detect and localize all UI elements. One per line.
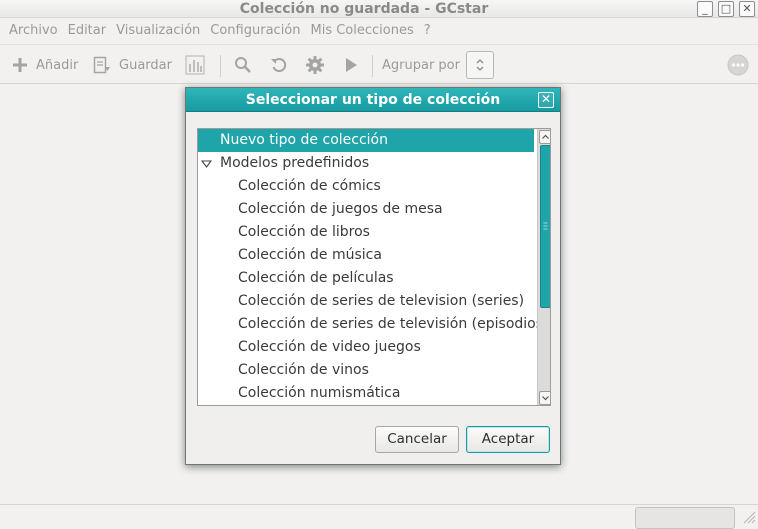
close-window-button[interactable]: ✕ — [739, 1, 755, 17]
list-item[interactable]: Colección de películas — [198, 267, 534, 290]
collection-type-dialog: Seleccionar un tipo de colección ✕ Nuevo… — [185, 87, 561, 465]
list-group-predefined[interactable]: Modelos predefinidos — [198, 152, 534, 175]
save-button[interactable]: Guardar — [93, 45, 172, 85]
dialog-titlebar: Seleccionar un tipo de colección ✕ — [186, 88, 560, 112]
list-item-label: Nuevo tipo de colección — [220, 132, 388, 148]
list-item-label: Colección de vinos — [238, 362, 369, 378]
list-item-label: Colección de libros — [238, 224, 370, 240]
statistics-button[interactable] — [185, 45, 205, 85]
group-by-combo[interactable] — [466, 51, 494, 79]
menu-bar: Archivo Editar Visualización Configuraci… — [0, 19, 758, 43]
menu-editar[interactable]: Editar — [63, 19, 112, 43]
cancel-button[interactable]: Cancelar — [375, 426, 459, 453]
list-item[interactable]: Colección de vinos — [198, 359, 534, 382]
plus-icon — [13, 58, 27, 72]
group-by-label: Agrupar por — [382, 57, 460, 73]
menu-visualizacion[interactable]: Visualización — [111, 19, 205, 43]
list-item[interactable]: Colección de series de televisión (episo… — [198, 313, 549, 336]
list-item-label: Colección de series de television (serie… — [238, 293, 525, 309]
chevron-up-icon — [542, 134, 549, 139]
list-item[interactable]: Colección de juegos de mesa — [198, 198, 534, 221]
chevron-updown-icon — [476, 59, 484, 71]
list-item[interactable]: Colección de música — [198, 244, 534, 267]
scrollbar-thumb[interactable] — [540, 145, 550, 308]
list-item-label: Colección de películas — [238, 270, 394, 286]
scroll-up-button[interactable] — [539, 130, 550, 144]
gear-icon — [306, 56, 324, 74]
menu-archivo[interactable]: Archivo — [4, 19, 63, 43]
menu-mis-colecciones[interactable]: Mis Colecciones — [306, 19, 419, 43]
window-title: Colección no guardada - GCstar — [239, 1, 489, 17]
resize-grip-icon[interactable] — [738, 506, 756, 524]
progress-bar — [635, 507, 735, 529]
list-item-label: Colección de juegos de mesa — [238, 201, 443, 217]
expander-down-icon[interactable] — [201, 160, 212, 168]
add-button-label: Añadir — [36, 57, 79, 73]
save-button-label: Guardar — [119, 57, 172, 73]
grip-lines-icon — [543, 222, 548, 230]
refresh-icon — [271, 58, 287, 73]
list-item-label: Colección de música — [238, 247, 382, 263]
list-item-label: Colección de cómics — [238, 178, 381, 194]
menu-configuracion[interactable]: Configuración — [205, 19, 305, 43]
play-button[interactable] — [344, 45, 358, 85]
list-item[interactable]: Colección de cómics — [198, 175, 534, 198]
list-item[interactable]: Colección de video juegos — [198, 336, 534, 359]
maximize-button[interactable]: □ — [718, 1, 734, 17]
list-item[interactable]: Colección numismática — [198, 382, 534, 405]
search-button[interactable] — [234, 45, 252, 85]
search-icon — [235, 57, 251, 73]
play-icon — [346, 58, 357, 72]
list-scrollbar[interactable] — [537, 129, 550, 405]
more-button[interactable] — [727, 45, 749, 85]
chevron-down-icon — [542, 396, 549, 401]
more-icon — [727, 54, 749, 76]
minimize-button[interactable]: _ — [697, 1, 713, 17]
window-titlebar: Colección no guardada - GCstar _ □ ✕ — [0, 0, 758, 18]
toolbar-separator — [220, 55, 221, 77]
list-item-label: Colección de video juegos — [238, 339, 421, 355]
add-button[interactable]: Añadir — [12, 45, 78, 85]
accept-button[interactable]: Aceptar — [466, 426, 550, 453]
refresh-button[interactable] — [270, 45, 288, 85]
chart-icon — [185, 55, 205, 75]
settings-button[interactable] — [305, 45, 325, 85]
list-item[interactable]: Colección de libros — [198, 221, 534, 244]
list-item-new-type[interactable]: Nuevo tipo de colección — [198, 129, 534, 152]
list-item[interactable]: Colección de series de television (serie… — [198, 290, 534, 313]
save-icon — [93, 56, 110, 74]
list-item-label: Colección de series de televisión (episo… — [238, 316, 549, 332]
scroll-down-button[interactable] — [539, 391, 550, 405]
group-by-label-wrap: Agrupar por — [374, 45, 460, 85]
dialog-close-button[interactable]: ✕ — [538, 92, 554, 108]
dialog-title: Seleccionar un tipo de colección — [245, 92, 501, 108]
toolbar: Añadir Guardar Agrupar por — [0, 44, 758, 84]
status-bar — [0, 504, 758, 529]
list-group-label: Modelos predefinidos — [220, 155, 370, 171]
toolbar-separator — [372, 55, 373, 77]
collection-type-list[interactable]: Nuevo tipo de colección Modelos predefin… — [197, 128, 551, 406]
menu-help[interactable]: ? — [419, 19, 436, 43]
list-item-label: Colección numismática — [238, 385, 401, 401]
